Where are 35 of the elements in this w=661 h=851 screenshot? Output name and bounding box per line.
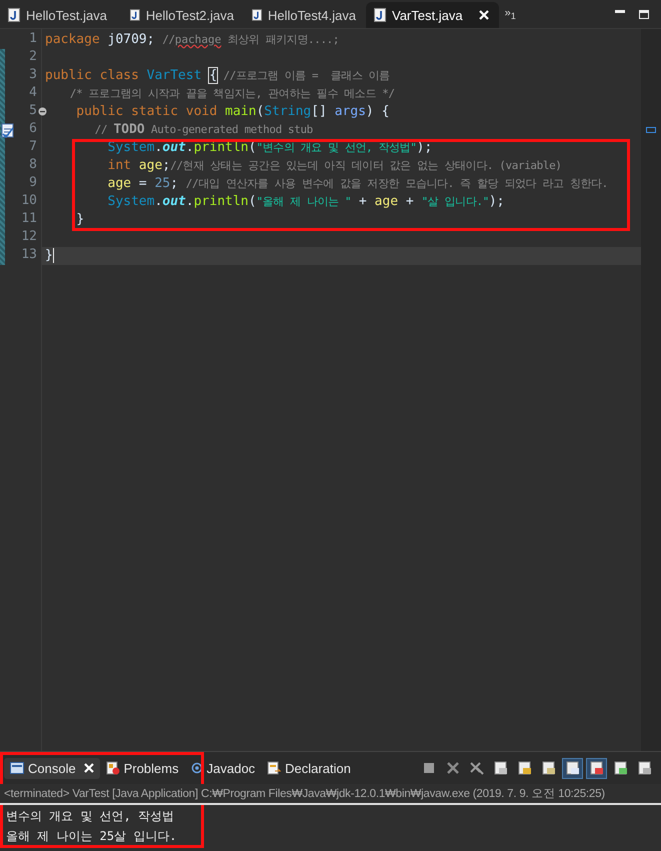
- view-tab[interactable]: Declaration: [261, 758, 357, 778]
- code-line: /* 프로그램의 시작과 끝을 책임지는, 관여하는 필수 메소드 */: [68, 86, 395, 102]
- editor-tab[interactable]: HelloTest4.java: [244, 2, 366, 28]
- line-number: 2: [29, 49, 37, 64]
- line-number: 3: [29, 67, 37, 82]
- code-line: age = 25; //대입 연산자를 사용 변수에 값을 저장한 모습니다. 즉 할당 되었다 라고 칭한다.: [106, 175, 608, 193]
- editor-tab[interactable]: HelloTest.java: [0, 2, 122, 28]
- view-tab[interactable]: Problems: [100, 758, 185, 778]
- line-number: 10: [21, 193, 37, 208]
- code-line: }: [45, 247, 54, 265]
- line-number: 6: [29, 121, 37, 136]
- code-line: public class VarTest { //프로그램 이름 = 클래스 이름: [45, 67, 390, 85]
- console-output-line: 변수의 개요 및 선언, 작성법: [5, 808, 176, 825]
- line-number: 9: [29, 175, 37, 190]
- line-number: 1: [29, 31, 37, 46]
- line-number: 7: [29, 139, 37, 154]
- editor-tab[interactable]: HelloTest2.java: [122, 2, 244, 28]
- console-status: <terminated> VarTest [Java Application] C:₩Program Files₩Java₩jdk-12.0.1₩bin₩javaw.exe (2019. 7. 9. 오전 10:25:25): [0, 784, 661, 805]
- view-tab[interactable]: Console: [4, 758, 100, 778]
- console-output-line: 올해 제 나이는 25살 입니다.: [5, 828, 178, 845]
- line-number: 13: [21, 247, 37, 262]
- line-number: 12: [21, 229, 37, 244]
- editor-tab[interactable]: VarTest.java: [366, 2, 499, 28]
- line-number: 4: [29, 85, 37, 100]
- code-line: package j0709; //pachage 최상위 패키지명....;: [45, 31, 339, 49]
- view-tab[interactable]: Javadoc: [184, 758, 262, 778]
- tab-overflow-button[interactable]: »$_{1}$: [504, 6, 516, 22]
- code-line: }: [75, 211, 84, 229]
- code-line: public static void main(String[] args) {: [75, 103, 390, 121]
- code-line: // TODO Auto-generated method stub: [94, 121, 313, 139]
- code-line: System.out.println("올해 제 나이는 " + age + "살 입니다.");: [106, 193, 504, 211]
- line-number: 11: [21, 211, 37, 226]
- code-line: int age;//현재 상태는 공간은 있는데 아직 데이터 값은 없는 상태이다. (variable): [106, 157, 562, 175]
- line-number: 5: [29, 103, 37, 118]
- line-number: 8: [29, 157, 37, 172]
